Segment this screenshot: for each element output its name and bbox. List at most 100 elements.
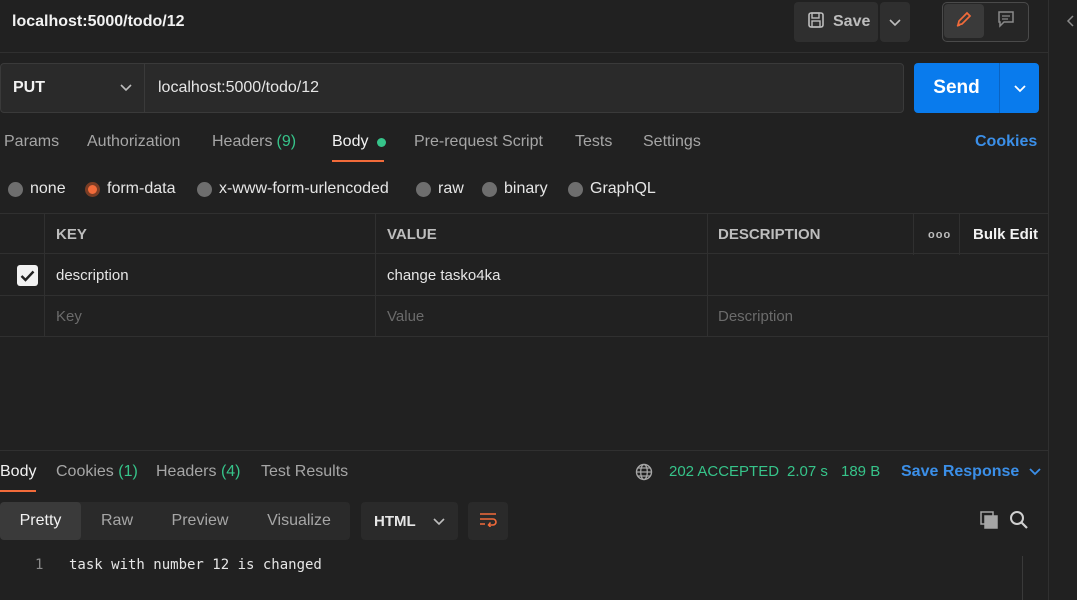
tab-headers[interactable]: Headers (9) [212,133,296,151]
tab-prerequest-script[interactable]: Pre-request Script [414,133,543,151]
chevron-left-icon[interactable] [1066,14,1074,31]
response-scrollbar[interactable] [1022,556,1040,600]
view-pretty-button[interactable]: Pretty [0,502,81,540]
comments-button[interactable] [986,4,1026,38]
headers-count: (9) [276,133,297,150]
empty-checkbox-cell [0,296,45,337]
format-label: HTML [374,512,416,530]
response-headers-count: (4) [220,463,241,480]
save-response-label: Save Response [901,463,1020,480]
response-tab-cookies[interactable]: Cookies (1) [56,463,138,481]
cookies-link[interactable]: Cookies [975,133,1037,151]
description-input[interactable]: Description [707,296,1048,337]
response-tab-cookies-label: Cookies [56,463,114,480]
tab-headers-label: Headers [212,133,273,150]
tab-authorization[interactable]: Authorization [87,133,180,151]
send-options-button[interactable] [999,63,1039,113]
copy-icon[interactable] [979,510,999,534]
tab-params[interactable]: Params [4,133,59,151]
chevron-down-icon [889,14,901,31]
format-select[interactable]: HTML [361,502,458,540]
tab-tests[interactable]: Tests [575,133,612,151]
save-label: Save [833,13,871,30]
radio-graphql-label: GraphQL [590,180,656,197]
view-raw-button[interactable]: Raw [86,502,148,540]
wrap-lines-icon [478,511,498,531]
response-body-line[interactable]: task with number 12 is changed [69,557,322,573]
pencil-icon [954,9,974,33]
body-indicator-dot [377,137,387,147]
column-header-key: KEY [45,214,376,255]
tab-settings-label: Settings [643,133,701,150]
view-preview-button[interactable]: Preview [158,502,242,540]
view-visualize-button[interactable]: Visualize [254,502,344,540]
row-checkbox[interactable] [17,265,38,286]
header-checkbox-cell [0,214,45,255]
column-header-description: DESCRIPTION [707,214,914,255]
response-tab-body[interactable]: Body [0,463,36,481]
tab-authorization-label: Authorization [87,133,181,150]
bulk-edit-button[interactable]: Bulk Edit [960,214,1048,255]
url-text: localhost:5000/todo/12 [158,79,320,96]
status-code[interactable]: 202 ACCEPTED [669,463,779,480]
response-tab-headers-label: Headers [156,463,217,480]
radio-form-data[interactable]: form-data [85,180,175,198]
more-options-icon[interactable]: ooo [914,214,960,255]
description-cell[interactable] [707,255,1048,296]
globe-icon[interactable] [635,463,653,485]
row-checkbox-cell [0,255,45,296]
radio-dot [482,181,497,197]
tab-prerequest-label: Pre-request Script [414,133,543,150]
tab-body[interactable]: Body [332,133,387,151]
right-sidebar [1048,0,1077,600]
radio-binary-label: binary [504,180,548,197]
save-response-button[interactable]: Save Response [901,463,1041,481]
response-tab-test-results[interactable]: Test Results [261,463,348,481]
radio-binary[interactable]: binary [482,180,548,198]
radio-dot [568,181,583,197]
method-select[interactable]: PUT [0,63,145,113]
response-time[interactable]: 2.07 s [787,463,828,480]
key-cell[interactable]: description [45,255,376,296]
tab-settings[interactable]: Settings [643,133,701,151]
wrap-lines-button[interactable] [468,502,508,540]
save-icon [807,11,825,34]
save-options-button[interactable] [880,2,910,42]
radio-dot [416,181,431,197]
response-size[interactable]: 189 B [841,463,880,480]
method-label: PUT [13,79,45,96]
search-icon[interactable] [1009,510,1029,534]
radio-dot [197,181,212,197]
save-button[interactable]: Save [794,2,878,42]
chevron-down-icon [433,513,445,530]
tab-body-label: Body [332,133,369,150]
value-input[interactable]: Value [376,296,708,337]
response-divider[interactable] [0,450,1048,451]
key-input[interactable]: Key [45,296,376,337]
value-cell[interactable]: change tasko4ka [376,255,708,296]
radio-urlencoded-label: x-www-form-urlencoded [219,180,389,197]
edit-mode-button[interactable] [944,4,984,38]
tab-tests-label: Tests [575,133,613,150]
chevron-down-icon [1029,463,1041,481]
comment-icon [996,9,1016,33]
table-header-row: KEY VALUE DESCRIPTION ooo Bulk Edit [0,213,1048,255]
response-tab-headers[interactable]: Headers (4) [156,463,241,481]
radio-none[interactable]: none [8,180,66,198]
send-label: Send [933,77,980,98]
column-header-value: VALUE [376,214,708,255]
request-title[interactable]: localhost:5000/todo/12 [12,13,185,31]
radio-raw-label: raw [438,180,464,197]
radio-urlencoded[interactable]: x-www-form-urlencoded [197,180,389,198]
radio-raw[interactable]: raw [416,180,464,198]
radio-dot-selected [85,181,100,197]
line-number: 1 [35,557,44,573]
response-active-underline [0,490,36,492]
table-row: description change tasko4ka [0,255,1048,296]
radio-graphql[interactable]: GraphQL [568,180,656,198]
response-cookies-count: (1) [118,463,138,480]
url-input[interactable]: localhost:5000/todo/12 [144,63,904,113]
chevron-down-icon [1013,80,1026,97]
chevron-down-icon [120,79,132,97]
send-button[interactable]: Send [914,63,999,113]
